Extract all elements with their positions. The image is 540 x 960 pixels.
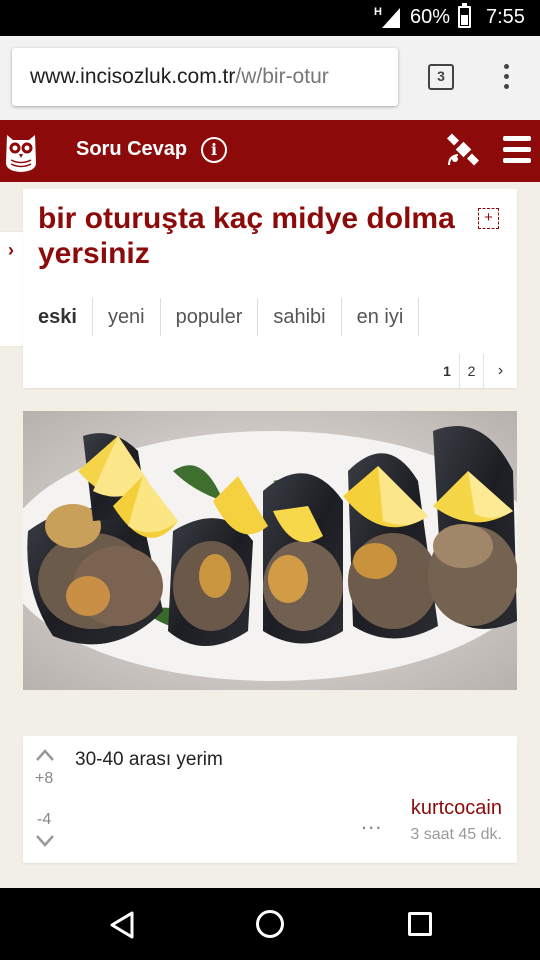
info-icon[interactable]: i: [201, 137, 227, 163]
next-page-icon[interactable]: ›: [483, 354, 517, 388]
tab-en-iyi[interactable]: en iyi: [342, 298, 420, 336]
tab-yeni[interactable]: yeni: [93, 298, 161, 336]
navigation-bar: [0, 888, 540, 960]
menu-icon[interactable]: [503, 136, 531, 166]
mussels-photo[interactable]: [23, 411, 517, 690]
topic-title[interactable]: bir oturuşta kaç midye dolma yersiniz: [38, 201, 458, 271]
page-2-link[interactable]: 2: [459, 354, 483, 388]
entry-card: +8 -4 30-40 arası yerim ... kurtcocain 3…: [23, 736, 517, 863]
address-bar[interactable]: www.incisozluk.com.tr/w/bir-otur: [12, 48, 398, 106]
follow-topic-icon[interactable]: +: [478, 208, 499, 229]
network-type: H: [374, 6, 382, 18]
satellite-icon[interactable]: [446, 132, 482, 168]
tab-switcher-button[interactable]: 3: [428, 64, 454, 90]
pagination: 1 2 ›: [435, 354, 517, 388]
entry-more-icon[interactable]: ...: [361, 809, 382, 835]
signal-icon: [382, 8, 400, 28]
entry-author-link[interactable]: kurtcocain: [411, 797, 502, 820]
browser-menu-icon[interactable]: [494, 64, 518, 92]
chevron-right-icon: ›: [8, 240, 14, 260]
entry-timestamp[interactable]: 3 saat 45 dk.: [410, 826, 502, 844]
tab-sahibi[interactable]: sahibi: [258, 298, 342, 336]
upvote-icon[interactable]: [35, 748, 55, 762]
owl-logo-icon[interactable]: [4, 129, 38, 173]
battery-percent: 60%: [410, 6, 451, 28]
recent-apps-icon[interactable]: [408, 912, 432, 936]
upvote-count: +8: [35, 770, 54, 787]
back-icon[interactable]: [108, 910, 136, 940]
topic-header-card: bir oturuşta kaç midye dolma yersiniz + …: [23, 189, 517, 388]
tab-populer[interactable]: populer: [161, 298, 259, 336]
downvote-count: -4: [37, 811, 52, 828]
section-title[interactable]: Soru Cevap: [76, 138, 187, 161]
url-domain: www.incisozluk.com.tr: [30, 65, 236, 88]
home-icon[interactable]: [256, 910, 284, 938]
browser-toolbar: www.incisozluk.com.tr/w/bir-otur 3: [0, 36, 540, 120]
clock: 7:55: [486, 6, 525, 28]
downvote-icon[interactable]: [35, 834, 55, 848]
url-path: /w/bir-otur: [235, 65, 329, 88]
battery-icon: [458, 3, 471, 28]
entry-text: 30-40 arası yerim: [75, 749, 223, 770]
status-bar: H 60% 7:55: [0, 0, 540, 36]
page-1-link[interactable]: 1: [435, 354, 459, 388]
site-header: Soru Cevap i: [0, 120, 540, 182]
sort-tabs: eski yeni populer sahibi en iyi: [23, 298, 420, 336]
tab-eski[interactable]: eski: [23, 298, 93, 336]
